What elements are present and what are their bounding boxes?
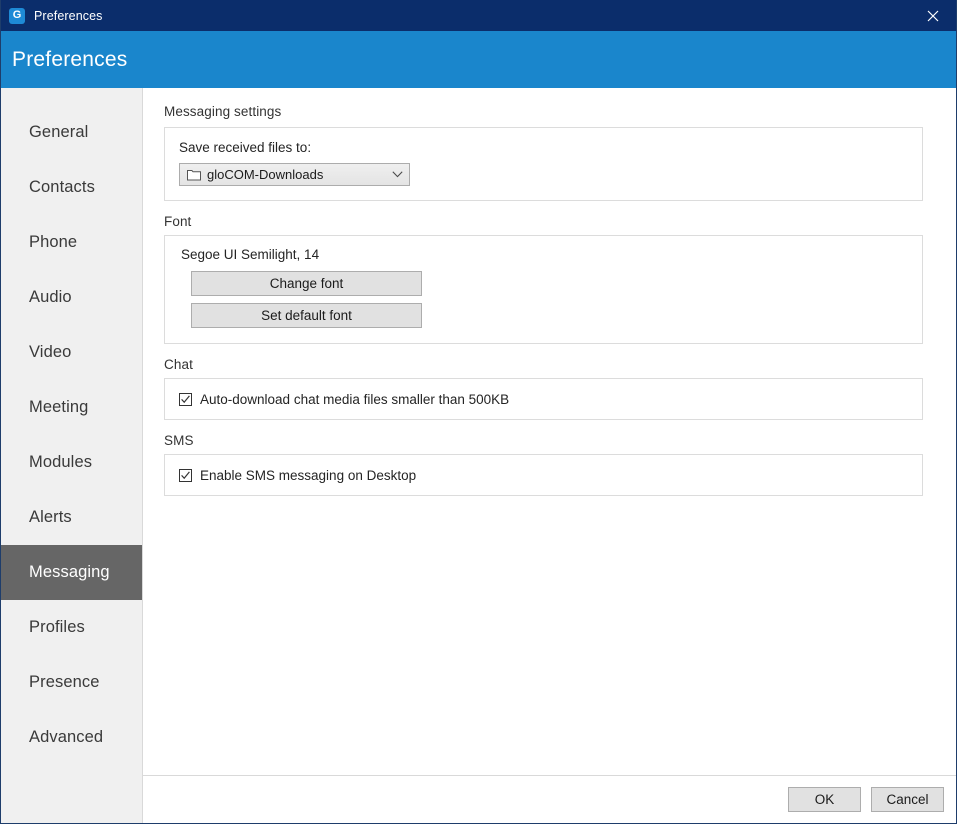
sidebar-item-video[interactable]: Video	[1, 325, 142, 380]
glocom-logo-icon: G	[9, 7, 25, 24]
cancel-button[interactable]: Cancel	[871, 787, 944, 812]
chevron-down-icon	[392, 171, 403, 178]
sidebar-item-presence[interactable]: Presence	[1, 655, 142, 710]
sidebar-item-profiles[interactable]: Profiles	[1, 600, 142, 655]
title-bar: G Preferences	[1, 0, 956, 31]
chat-group: Auto-download chat media files smaller t…	[164, 378, 923, 420]
folder-icon	[187, 169, 201, 180]
glocom-logo-letter: G	[12, 9, 22, 21]
change-font-button[interactable]: Change font	[191, 271, 422, 296]
sidebar-item-contacts[interactable]: Contacts	[1, 160, 142, 215]
save-directory-combobox[interactable]: gloCOM-Downloads	[179, 163, 410, 186]
window-body: General Contacts Phone Audio Video Meeti…	[1, 88, 956, 823]
auto-download-label: Auto-download chat media files smaller t…	[200, 391, 510, 407]
sidebar-item-audio[interactable]: Audio	[1, 270, 142, 325]
checkmark-icon	[181, 395, 190, 403]
preferences-window: G Preferences Preferences General Contac…	[0, 0, 957, 824]
close-button[interactable]	[910, 0, 956, 31]
save-directory-label: Save received files to:	[179, 140, 312, 155]
sidebar-item-messaging[interactable]: Messaging	[1, 545, 142, 600]
sidebar-item-advanced[interactable]: Advanced	[1, 710, 142, 765]
font-group-label: Font	[164, 214, 192, 229]
checkmark-icon	[181, 471, 190, 479]
set-default-font-button[interactable]: Set default font	[191, 303, 422, 328]
sms-group: Enable SMS messaging on Desktop	[164, 454, 923, 496]
ok-button[interactable]: OK	[788, 787, 861, 812]
font-preview-text: Segoe UI Semilight, 14	[181, 247, 320, 262]
save-directory-value: gloCOM-Downloads	[207, 167, 324, 182]
auto-download-checkbox-row[interactable]: Auto-download chat media files smaller t…	[179, 392, 509, 407]
chat-group-label: Chat	[164, 357, 193, 372]
sidebar-item-meeting[interactable]: Meeting	[1, 380, 142, 435]
font-group: Segoe UI Semilight, 14 Change font Set d…	[164, 235, 923, 344]
sidebar-item-general[interactable]: General	[1, 105, 142, 160]
sidebar-item-phone[interactable]: Phone	[1, 215, 142, 270]
sidebar-item-alerts[interactable]: Alerts	[1, 490, 142, 545]
messaging-settings-panel: Messaging settings Save received files t…	[143, 88, 956, 775]
sidebar-item-modules[interactable]: Modules	[1, 435, 142, 490]
enable-sms-checkbox-row[interactable]: Enable SMS messaging on Desktop	[179, 468, 416, 483]
page-title: Preferences	[12, 47, 128, 71]
sms-group-label: SMS	[164, 433, 194, 448]
page-header: Preferences	[1, 31, 956, 88]
messaging-settings-title: Messaging settings	[164, 104, 282, 119]
auto-download-checkbox[interactable]	[179, 392, 192, 406]
save-directory-group: Save received files to: gloCOM-Downloads	[164, 127, 923, 201]
enable-sms-checkbox[interactable]	[179, 468, 192, 482]
settings-content: Messaging settings Save received files t…	[142, 88, 956, 823]
dialog-footer: OK Cancel	[143, 775, 956, 823]
enable-sms-label: Enable SMS messaging on Desktop	[200, 467, 417, 483]
window-title: Preferences	[34, 8, 103, 23]
close-icon	[927, 10, 939, 21]
settings-sidebar: General Contacts Phone Audio Video Meeti…	[1, 88, 142, 823]
